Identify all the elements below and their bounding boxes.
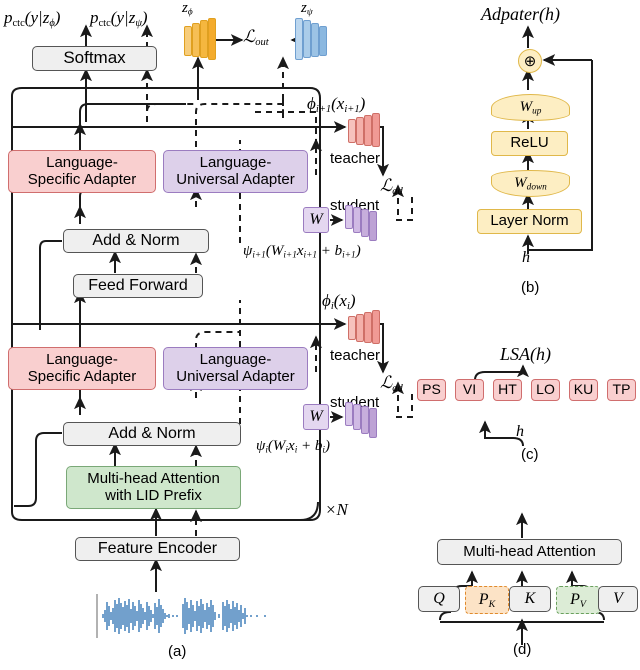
multi-head-attention-lid-block[interactable]: Multi-head Attention with LID Prefix [66, 466, 241, 509]
feed-forward-block[interactable]: Feed Forward [73, 274, 203, 298]
prefix-v-box[interactable]: PV [556, 586, 600, 614]
teacher-ribbon-lower [348, 310, 382, 344]
adapter-title-label: Adpater(h) [481, 4, 560, 24]
loss-ad-upper-label: ℒad [380, 176, 403, 197]
repeat-n-label: ×N [325, 500, 348, 519]
add-norm-upper[interactable]: Add & Norm [63, 229, 209, 253]
phi-upper-label: ϕi+1(xi+1) [307, 94, 366, 115]
key-label: K [524, 590, 536, 608]
language-specific-adapter-upper[interactable]: Language- Specific Adapter [8, 150, 156, 193]
lang-code-ku[interactable]: KU [569, 379, 598, 401]
audio-waveform [96, 594, 266, 638]
w-box-upper[interactable]: W [303, 207, 329, 233]
query-label: Q [433, 590, 445, 608]
p-ctc-psi-label: pctc(y|zψ) [90, 8, 148, 29]
w-label-upper: W [309, 211, 323, 229]
panel-c-caption: (c) [521, 446, 539, 463]
multi-head-attention-block[interactable]: Multi-head Attention [437, 539, 622, 565]
prefix-k-label: PK [478, 590, 496, 610]
add-norm-lower[interactable]: Add & Norm [63, 422, 241, 446]
teacher-label-upper: teacher [330, 150, 381, 167]
w-down-label: Wdown [514, 174, 547, 193]
z-psi-label: zψ [301, 0, 313, 18]
loss-out-label: ℒout [243, 27, 269, 48]
w-label-lower: W [309, 408, 323, 426]
panel-d-caption: (d) [513, 641, 532, 658]
mha-lid-line1: Multi-head Attention [87, 470, 220, 488]
z-phi-ribbon-stack [184, 18, 218, 60]
lsa-upper-line2: Specific Adapter [27, 170, 137, 188]
teacher-label-lower: teacher [330, 347, 381, 364]
relu-block[interactable]: ReLU [491, 131, 568, 156]
query-box[interactable]: Q [418, 586, 460, 612]
feature-encoder-block[interactable]: Feature Encoder [75, 537, 240, 561]
panel-c-input-label: h [516, 423, 524, 440]
student-ribbon-lower [345, 402, 379, 438]
z-psi-ribbon-stack [295, 18, 329, 60]
phi-lower-label: ϕi(xi) [322, 291, 356, 312]
lua-upper-line2: Universal Adapter [176, 170, 295, 188]
loss-ad-lower-label: ℒad [380, 373, 403, 394]
p-ctc-phi-label: pctc(y|zϕ) [4, 8, 61, 29]
lang-code-ps[interactable]: PS [417, 379, 446, 401]
key-box[interactable]: K [509, 586, 551, 612]
relu-label: ReLU [510, 134, 549, 152]
softmax-block[interactable]: Softmax [32, 46, 157, 71]
language-code-row: PS VI HT LO KU TP [417, 379, 636, 401]
lang-code-vi[interactable]: VI [455, 379, 484, 401]
layer-norm-label: Layer Norm [490, 212, 569, 230]
psi-upper-label: ψi+1(Wi+1xi+1 + bi+1) [243, 243, 361, 261]
layer-norm-block[interactable]: Layer Norm [477, 209, 582, 234]
w-up-block[interactable]: Wup [491, 94, 570, 121]
lang-code-lo[interactable]: LO [531, 379, 560, 401]
lang-code-tp[interactable]: TP [607, 379, 636, 401]
panel-b-caption: (b) [521, 279, 540, 296]
student-ribbon-upper [345, 205, 379, 241]
lsa-lower-line1: Language- [46, 351, 118, 369]
lua-lower-line1: Language- [199, 351, 272, 369]
figure-root: pctc(y|zϕ) pctc(y|zψ) Softmax zϕ ℒout zψ… [0, 0, 640, 663]
teacher-ribbon-upper [348, 113, 382, 147]
w-up-label: Wup [519, 98, 542, 117]
panel-a-caption: (a) [168, 643, 187, 660]
lsa-lower-line2: Specific Adapter [27, 367, 137, 385]
z-phi-label: zϕ [182, 0, 193, 18]
value-label: V [613, 590, 623, 608]
mha-lid-line2: with LID Prefix [105, 486, 202, 504]
psi-lower-label: ψi(Wixi + bi) [256, 438, 330, 456]
residual-sum-node: ⊕ [518, 49, 542, 73]
prefix-k-box[interactable]: PK [465, 586, 509, 614]
value-box[interactable]: V [598, 586, 638, 612]
lua-upper-line1: Language- [199, 154, 272, 172]
language-universal-adapter-lower[interactable]: Language- Universal Adapter [163, 347, 308, 390]
w-box-lower[interactable]: W [303, 404, 329, 430]
w-down-block[interactable]: Wdown [491, 170, 570, 197]
language-specific-adapter-lower[interactable]: Language- Specific Adapter [8, 347, 156, 390]
softmax-label: Softmax [63, 48, 126, 68]
panel-b-input-label: h [522, 249, 530, 266]
language-universal-adapter-upper[interactable]: Language- Universal Adapter [163, 150, 308, 193]
lua-lower-line2: Universal Adapter [176, 367, 295, 385]
lang-code-ht[interactable]: HT [493, 379, 522, 401]
lsa-upper-line1: Language- [46, 154, 118, 172]
prefix-v-label: PV [570, 590, 586, 610]
